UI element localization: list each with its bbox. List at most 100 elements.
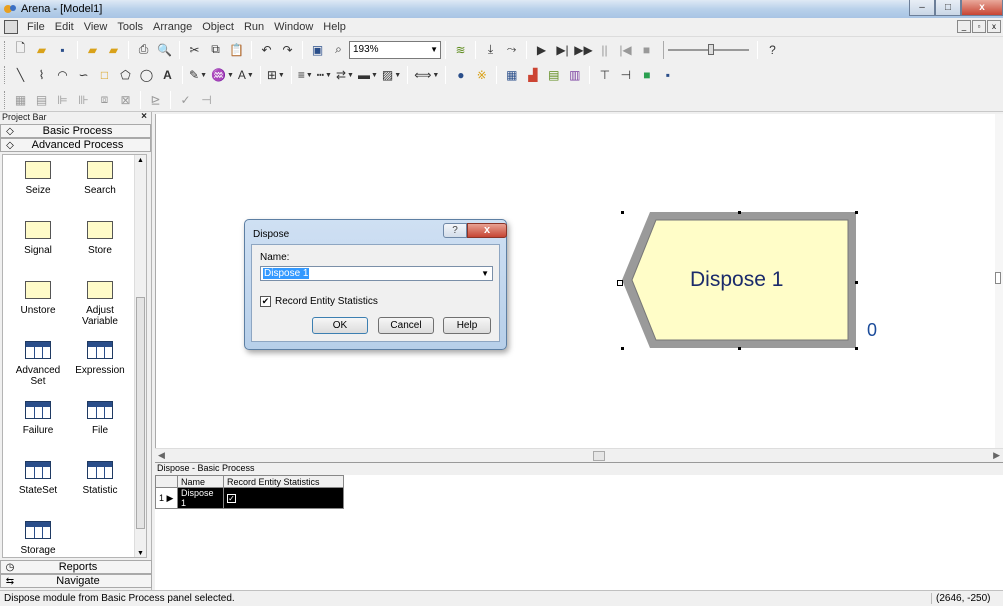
menu-arrange[interactable]: Arrange <box>148 21 197 33</box>
selection-handle[interactable] <box>621 211 624 214</box>
cell-name[interactable]: Dispose 1 <box>177 487 224 509</box>
selection-handle[interactable] <box>738 347 741 350</box>
transporter-icon[interactable]: ■ <box>638 67 655 84</box>
bezier-icon[interactable]: ∽ <box>75 67 92 84</box>
smart-connect-icon[interactable]: ⤳ <box>503 41 520 58</box>
box-icon[interactable]: □ <box>96 67 113 84</box>
ellipse-icon[interactable]: ◯ <box>138 67 155 84</box>
scroll-thumb[interactable] <box>136 297 145 529</box>
template-attach-icon[interactable]: ▰ <box>84 41 101 58</box>
mdi-restore-button[interactable]: ▫ <box>972 20 986 33</box>
minimize-button[interactable]: – <box>909 0 935 16</box>
line-pattern-icon[interactable]: ▬ ▼ <box>358 68 378 82</box>
template-detach-icon[interactable]: ▰ <box>105 41 122 58</box>
menu-edit[interactable]: Edit <box>50 21 79 33</box>
module-stateset[interactable]: StateSet <box>7 461 69 496</box>
selection-handle[interactable] <box>738 211 741 214</box>
menu-help[interactable]: Help <box>318 21 351 33</box>
view-all-icon[interactable]: ▣ <box>309 41 326 58</box>
ungroup-icon[interactable]: ⊠ <box>117 91 134 108</box>
histogram-icon[interactable]: ▟ <box>524 67 541 84</box>
module-store[interactable]: Store <box>69 221 131 256</box>
zoom-select[interactable]: 193% ▼ <box>349 40 441 59</box>
cell-record[interactable]: ✓ <box>223 487 344 509</box>
ok-button[interactable]: OK <box>312 317 368 334</box>
module-expression[interactable]: Expression <box>69 341 131 376</box>
start-over-icon[interactable]: |◀ <box>617 41 634 58</box>
open-file-icon[interactable]: ▰ <box>33 41 50 58</box>
context-help-icon[interactable]: ? <box>764 41 781 58</box>
entry-point[interactable] <box>617 280 623 286</box>
layers-icon[interactable]: ≋ <box>452 41 469 58</box>
menu-file[interactable]: File <box>22 21 50 33</box>
line-color-icon[interactable]: ✎ ▼ <box>189 68 207 82</box>
redo-icon[interactable]: ↷ <box>279 41 296 58</box>
selection-handle[interactable] <box>855 211 858 214</box>
queue-icon[interactable]: ● <box>452 67 469 84</box>
row-number[interactable]: 1 ▶ <box>155 487 178 509</box>
fast-forward-icon[interactable]: ▶▶ <box>574 41 592 58</box>
snap-icon[interactable]: ▤ <box>33 91 50 108</box>
go-icon[interactable]: ▶ <box>533 41 550 58</box>
fill-pattern-icon[interactable]: ▨ ▼ <box>382 68 401 82</box>
module-adjust-variable[interactable]: Adjust Variable <box>69 281 131 327</box>
background-color-icon[interactable]: ⊞ ▼ <box>267 68 285 82</box>
module-failure[interactable]: Failure <box>7 401 69 436</box>
fill-color-icon[interactable]: ♒ ▼ <box>211 68 234 82</box>
module-search[interactable]: Search <box>69 161 131 196</box>
selection-handle[interactable] <box>855 281 858 284</box>
module-advanced-set[interactable]: Advanced Set <box>7 341 69 387</box>
document-icon[interactable] <box>4 20 18 34</box>
print-preview-icon[interactable]: 🔍 <box>156 41 173 58</box>
module-signal[interactable]: Signal <box>7 221 69 256</box>
menu-window[interactable]: Window <box>269 21 318 33</box>
table-row[interactable]: 1 ▶ Dispose 1 ✓ <box>155 487 344 509</box>
text-icon[interactable]: A <box>159 67 176 84</box>
print-icon[interactable]: ⎙ <box>135 41 152 58</box>
break-icon[interactable]: ⊣ <box>198 91 215 108</box>
polygon-icon[interactable]: ⬠ <box>117 67 134 84</box>
panel-navigate[interactable]: ⇆ Navigate <box>0 574 152 588</box>
chevron-down-icon[interactable]: ▼ <box>481 267 489 280</box>
pause-icon[interactable]: || <box>596 41 613 58</box>
panel-advanced-process[interactable]: ◇ Advanced Process <box>0 138 151 152</box>
record-entity-statistics-row[interactable]: ✔ Record Entity Statistics <box>260 296 378 307</box>
close-icon[interactable]: × <box>141 111 147 122</box>
module-seize[interactable]: Seize <box>7 161 69 196</box>
module-unstore[interactable]: Unstore <box>7 281 69 316</box>
new-file-icon[interactable]: 🗋 <box>12 41 29 58</box>
name-combobox[interactable]: Dispose 1 ▼ <box>260 266 493 281</box>
close-window-button[interactable]: x <box>961 0 1003 16</box>
animation-speed-slider[interactable] <box>663 40 753 59</box>
menu-tools[interactable]: Tools <box>112 21 148 33</box>
align-icon[interactable]: ⊫ <box>54 91 71 108</box>
mdi-minimize-button[interactable]: _ <box>957 20 971 33</box>
scroll-right-icon[interactable]: ▶ <box>993 450 1000 461</box>
step-icon[interactable]: ▶| <box>554 41 571 58</box>
station-icon[interactable]: ⊤ <box>596 67 613 84</box>
mdi-close-button[interactable]: x <box>987 20 1001 33</box>
line-icon[interactable]: ╲ <box>12 67 29 84</box>
record-checkbox[interactable]: ✓ <box>227 494 236 503</box>
storage-anim-icon[interactable]: ※ <box>473 67 490 84</box>
submodel-icon[interactable]: ⊵ <box>147 91 164 108</box>
module-statistic[interactable]: Statistic <box>69 461 131 496</box>
column-header-record[interactable]: Record Entity Statistics <box>223 475 344 488</box>
polyline-icon[interactable]: ⌇ <box>33 67 50 84</box>
canvas-edge-handle[interactable] <box>995 272 1001 284</box>
line-style-icon[interactable]: ┅ ▼ <box>317 68 332 82</box>
dialog-help-icon[interactable]: ? <box>443 223 467 238</box>
layout-grid-icon[interactable]: ▦ <box>12 91 29 108</box>
group-icon[interactable]: ⧈ <box>96 91 113 108</box>
scroll-left-icon[interactable]: ◀ <box>158 450 165 461</box>
selection-handle[interactable] <box>621 347 624 350</box>
selection-handle[interactable] <box>855 347 858 350</box>
menu-run[interactable]: Run <box>239 21 269 33</box>
scroll-down-icon[interactable]: ▼ <box>137 550 144 557</box>
distribute-icon[interactable]: ⊪ <box>75 91 92 108</box>
connect-icon[interactable]: ⤓ <box>482 41 499 58</box>
module-file[interactable]: File <box>69 401 131 436</box>
route-icon[interactable]: ⊣ <box>617 67 634 84</box>
plot-icon[interactable]: ▤ <box>545 67 562 84</box>
help-button[interactable]: Help <box>443 317 491 334</box>
